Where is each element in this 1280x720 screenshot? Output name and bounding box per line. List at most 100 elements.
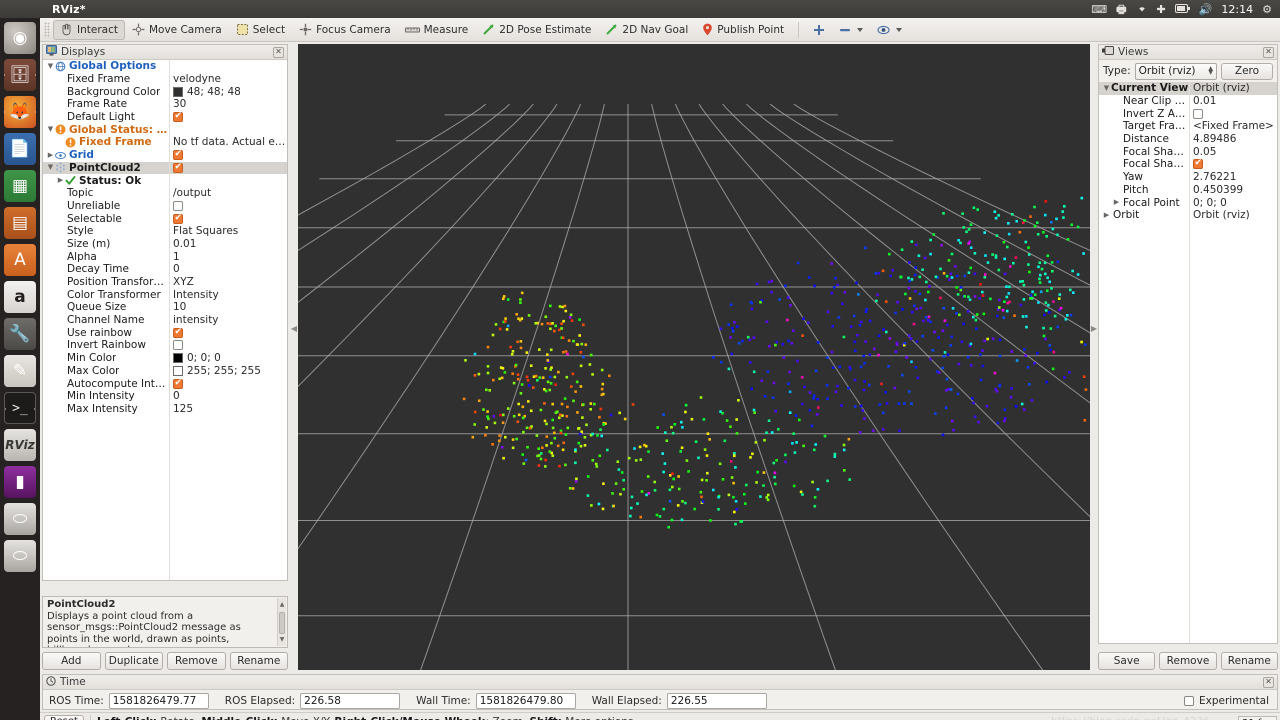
tree-row[interactable]: Alpha 1 [43,250,287,263]
tree-row[interactable]: Near Clip … 0.01 [1099,95,1277,108]
tree-row[interactable]: Default Light [43,111,287,124]
tree-row[interactable]: Invert Z Axis [1099,107,1277,120]
launcher-item-libreoffice-impress[interactable]: ▤ [4,207,36,239]
tree-row-value[interactable]: 4.89486 [1193,133,1236,145]
tree-row-value[interactable]: 0 [173,390,180,402]
clock[interactable]: 12:14 [1221,3,1253,16]
chevron-down-icon[interactable] [46,164,55,171]
views-column-divider[interactable] [1189,82,1190,643]
tree-row[interactable]: Fixed Frame No tf data. Actual erro… [43,136,287,149]
scroll-up-icon[interactable]: ▲ [278,599,286,611]
tree-row[interactable]: Target Fra… <Fixed Frame> [1099,120,1277,133]
tree-row[interactable]: Autocompute Int… [43,377,287,390]
tree-row[interactable]: Queue Size 10 [43,301,287,314]
tool-2d-pose-estimate[interactable]: 2D Pose Estimate [475,20,598,40]
checkbox[interactable] [173,149,183,161]
checkbox[interactable] [173,111,183,123]
tool-focus-camera[interactable]: Focus Camera [292,20,398,40]
tree-row-value[interactable]: 0.01 [173,238,196,250]
toolbar-grip[interactable] [44,21,50,38]
checkbox[interactable] [1193,158,1203,170]
chevron-down-icon[interactable] [857,27,864,32]
tree-row-value[interactable]: 10 [173,301,186,313]
tree-row[interactable]: Global Options [43,60,287,73]
tree-row-value[interactable]: 255; 255; 255 [187,365,261,377]
gear-icon[interactable]: ⚙ [1262,4,1272,15]
remove-display-button[interactable]: Remove [167,652,226,670]
render-viewport[interactable] [298,44,1090,670]
tree-row[interactable]: Orbit Orbit (rviz) [1099,209,1277,222]
tree-row[interactable]: Invert Rainbow [43,339,287,352]
tree-row-value[interactable]: 0 [173,263,180,275]
scroll-thumb[interactable] [279,612,285,634]
wall-time-field[interactable]: 1581826479.80 [475,692,576,709]
checkbox[interactable] [1193,108,1203,119]
tree-row[interactable]: Distance 4.89486 [1099,133,1277,146]
checkbox[interactable] [173,162,183,173]
tree-row[interactable]: Background Color 48; 48; 48 [43,85,287,98]
launcher-item-text-editor[interactable]: ✎ [4,355,36,387]
checkbox[interactable] [173,327,183,338]
volume-icon[interactable]: 🔊 [1199,4,1213,15]
tree-row[interactable]: Position Transfor… XYZ [43,276,287,289]
tree-row[interactable]: Grid [43,149,287,162]
launcher-item-amazon[interactable]: a [4,281,36,313]
close-icon[interactable]: ✕ [273,46,284,58]
checkbox[interactable] [173,213,183,224]
color-swatch[interactable] [173,86,183,97]
tree-row[interactable]: Pitch 0.450399 [1099,184,1277,197]
tool-measure[interactable]: Measure [398,20,476,40]
tree-row[interactable]: Frame Rate 30 [43,98,287,111]
tool-select[interactable]: Select [229,20,292,40]
close-icon[interactable]: ✕ [1263,46,1274,58]
tree-row-value[interactable]: 30 [173,98,186,110]
view-tool-button[interactable] [870,20,909,40]
tree-row-value[interactable]: velodyne [173,73,221,85]
checkbox[interactable] [173,378,183,389]
tree-row[interactable]: Yaw 2.76221 [1099,171,1277,184]
launcher-item-files[interactable]: 🗄 [4,59,36,91]
chevron-down-icon[interactable] [46,126,55,133]
tree-row-value[interactable]: <Fixed Frame> [1193,120,1274,132]
color-swatch[interactable] [173,365,183,376]
add-tool-button[interactable] [806,20,832,40]
tree-row-value[interactable]: 0.450399 [1193,184,1243,196]
scroll-down-icon[interactable]: ▼ [278,634,286,646]
tree-row[interactable]: Style Flat Squares [43,225,287,238]
reset-button[interactable]: Reset [44,714,84,720]
zero-view-button[interactable]: Zero [1221,62,1273,80]
tree-row-value[interactable]: Intensity [173,289,219,301]
tree-row[interactable]: Color Transformer Intensity [43,288,287,301]
tree-row[interactable]: Unreliable [43,200,287,213]
tree-row[interactable]: Selectable [43,212,287,225]
splitter-handle-icon[interactable]: ◀ [290,308,298,348]
tree-row-value[interactable]: Orbit (rviz) [1193,209,1250,221]
rename-view-button[interactable]: Rename [1220,652,1278,670]
tree-row-value[interactable]: 125 [173,403,193,415]
checkbox[interactable] [173,200,183,211]
chevron-right-icon[interactable] [56,177,65,184]
wifi-icon[interactable] [1136,3,1148,15]
launcher-item-disk-1[interactable]: ⬭ [4,503,36,535]
launcher-item-system-settings[interactable]: 🔧 [4,318,36,350]
views-tree[interactable]: Current View Orbit (rviz) Near Clip … 0.01 I… [1099,82,1277,643]
tool-interact[interactable]: Interact [53,19,125,40]
tree-row-value[interactable]: XYZ [173,276,194,288]
chevron-right-icon[interactable] [46,152,55,159]
tree-row[interactable]: PointCloud2 [43,161,287,175]
tool-2d-nav-goal[interactable]: 2D Nav Goal [598,20,695,40]
checkbox[interactable] [173,340,183,351]
wall-elapsed-field[interactable]: 226.55 [666,692,767,709]
tree-row-value[interactable]: 0.01 [1193,95,1216,107]
displays-column-divider[interactable] [169,60,170,580]
tree-row-value[interactable]: 0; 0; 0 [187,352,221,364]
launcher-item-libreoffice-writer[interactable]: 📄 [4,133,36,165]
experimental-toggle[interactable]: Experimental [1183,695,1277,707]
tree-row[interactable]: Channel Name intensity [43,314,287,327]
tree-row[interactable]: Status: Ok [43,174,287,187]
chevron-down-icon[interactable] [896,27,903,32]
launcher-item-ubuntu-software[interactable]: A [4,244,36,276]
ros-elapsed-field[interactable]: 226.58 [300,692,401,709]
tree-row-value[interactable]: intensity [173,314,219,326]
chevron-updown-icon[interactable]: ▲ ▼ [1208,66,1213,76]
